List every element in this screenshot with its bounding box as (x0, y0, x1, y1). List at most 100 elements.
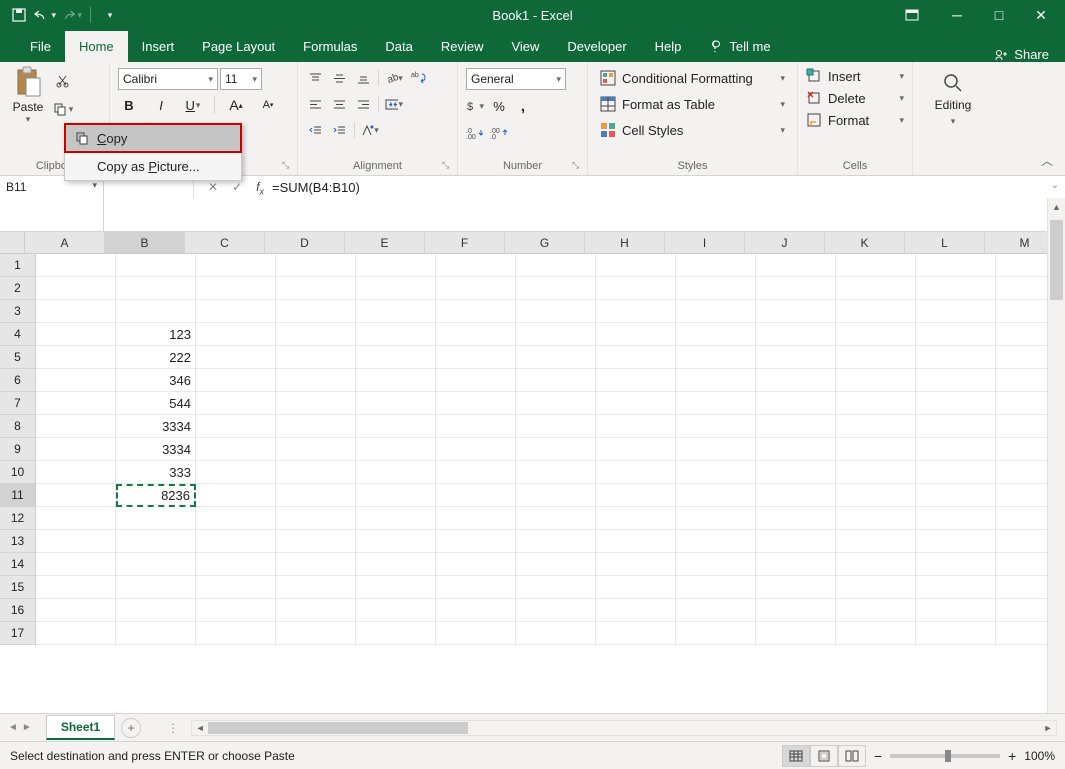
merge-center-icon[interactable]: ▾ (385, 94, 403, 114)
paste-button[interactable]: Paste ▾ (8, 66, 48, 125)
cell[interactable] (676, 346, 756, 369)
copy-dropdown[interactable]: ▾ (52, 98, 74, 120)
cell[interactable] (356, 392, 436, 415)
fx-icon[interactable]: fx (256, 180, 264, 196)
cell[interactable] (516, 300, 596, 323)
redo-button[interactable]: ▾ (60, 4, 82, 26)
cell[interactable] (36, 392, 116, 415)
cell[interactable] (276, 415, 356, 438)
cell[interactable] (516, 254, 596, 277)
cell[interactable] (516, 599, 596, 622)
cell[interactable] (756, 369, 836, 392)
cell[interactable] (836, 507, 916, 530)
maximize-button[interactable]: □ (989, 7, 1009, 23)
column-header[interactable]: E (345, 232, 425, 254)
cell[interactable] (596, 392, 676, 415)
cell[interactable] (36, 346, 116, 369)
cell[interactable] (676, 507, 756, 530)
cell[interactable]: 123 (116, 323, 196, 346)
cell[interactable] (596, 507, 676, 530)
cell[interactable]: 222 (116, 346, 196, 369)
tab-data[interactable]: Data (371, 31, 426, 62)
cell[interactable] (516, 323, 596, 346)
column-header[interactable]: K (825, 232, 905, 254)
cell[interactable] (596, 622, 676, 645)
cell[interactable] (756, 415, 836, 438)
cell[interactable] (916, 576, 996, 599)
cell[interactable] (36, 369, 116, 392)
column-header[interactable]: G (505, 232, 585, 254)
cell[interactable] (276, 507, 356, 530)
cell[interactable] (516, 346, 596, 369)
cell[interactable] (276, 277, 356, 300)
save-icon[interactable] (8, 4, 30, 26)
cell[interactable] (916, 369, 996, 392)
cell[interactable] (356, 323, 436, 346)
increase-indent-icon[interactable] (330, 120, 348, 140)
cell[interactable] (836, 461, 916, 484)
cell[interactable] (516, 622, 596, 645)
cell[interactable] (436, 484, 516, 507)
cell[interactable] (676, 323, 756, 346)
cell[interactable] (596, 254, 676, 277)
name-box[interactable]: B11▾ (0, 176, 104, 231)
cell[interactable] (596, 415, 676, 438)
cell[interactable] (916, 599, 996, 622)
cell[interactable] (756, 576, 836, 599)
cell[interactable] (676, 254, 756, 277)
cell[interactable] (756, 277, 836, 300)
cell[interactable] (436, 553, 516, 576)
cell[interactable] (756, 323, 836, 346)
cell[interactable] (676, 576, 756, 599)
cell[interactable] (276, 346, 356, 369)
cell[interactable] (596, 461, 676, 484)
cell[interactable] (276, 599, 356, 622)
cell[interactable] (756, 507, 836, 530)
collapse-ribbon-icon[interactable]: ︿ (1041, 152, 1053, 169)
copy-menu-item[interactable]: CCopyopy (65, 124, 241, 152)
tab-help[interactable]: Help (641, 31, 696, 62)
cell[interactable] (916, 507, 996, 530)
cell[interactable] (196, 254, 276, 277)
scroll-left-icon[interactable]: ◄ (192, 721, 208, 735)
copy-as-picture-menu-item[interactable]: Copy as Picture... Copy as Picture... (65, 152, 241, 180)
underline-button[interactable]: U▾ (182, 94, 204, 116)
cell[interactable] (356, 622, 436, 645)
cell[interactable] (276, 461, 356, 484)
cell[interactable] (676, 530, 756, 553)
cell[interactable] (196, 392, 276, 415)
cell[interactable] (36, 622, 116, 645)
cell[interactable] (276, 254, 356, 277)
cell[interactable] (516, 530, 596, 553)
cell[interactable] (436, 346, 516, 369)
tab-file[interactable]: File (16, 31, 65, 62)
cell[interactable] (356, 346, 436, 369)
cell[interactable] (756, 622, 836, 645)
cell[interactable] (196, 277, 276, 300)
cell[interactable] (516, 553, 596, 576)
cell[interactable] (116, 300, 196, 323)
hscroll-thumb[interactable] (208, 722, 468, 734)
cell[interactable] (836, 300, 916, 323)
cell[interactable] (916, 300, 996, 323)
align-center-icon[interactable] (330, 94, 348, 114)
cell[interactable] (596, 553, 676, 576)
cell[interactable] (916, 346, 996, 369)
cell[interactable] (916, 277, 996, 300)
customize-qat-icon[interactable]: ▾ (99, 4, 121, 26)
alignment-dialog-launcher[interactable]: ⤡ (442, 160, 452, 170)
column-header[interactable]: F (425, 232, 505, 254)
cell[interactable] (356, 484, 436, 507)
align-top-icon[interactable] (306, 68, 324, 88)
page-layout-view-icon[interactable] (810, 745, 838, 767)
align-middle-icon[interactable] (330, 68, 348, 88)
cell[interactable] (516, 369, 596, 392)
cell[interactable] (196, 599, 276, 622)
cell[interactable] (916, 530, 996, 553)
cell[interactable] (276, 369, 356, 392)
cell[interactable] (196, 622, 276, 645)
cell[interactable] (116, 507, 196, 530)
percent-format-icon[interactable]: % (490, 96, 508, 116)
cell[interactable] (436, 576, 516, 599)
cell[interactable] (116, 530, 196, 553)
